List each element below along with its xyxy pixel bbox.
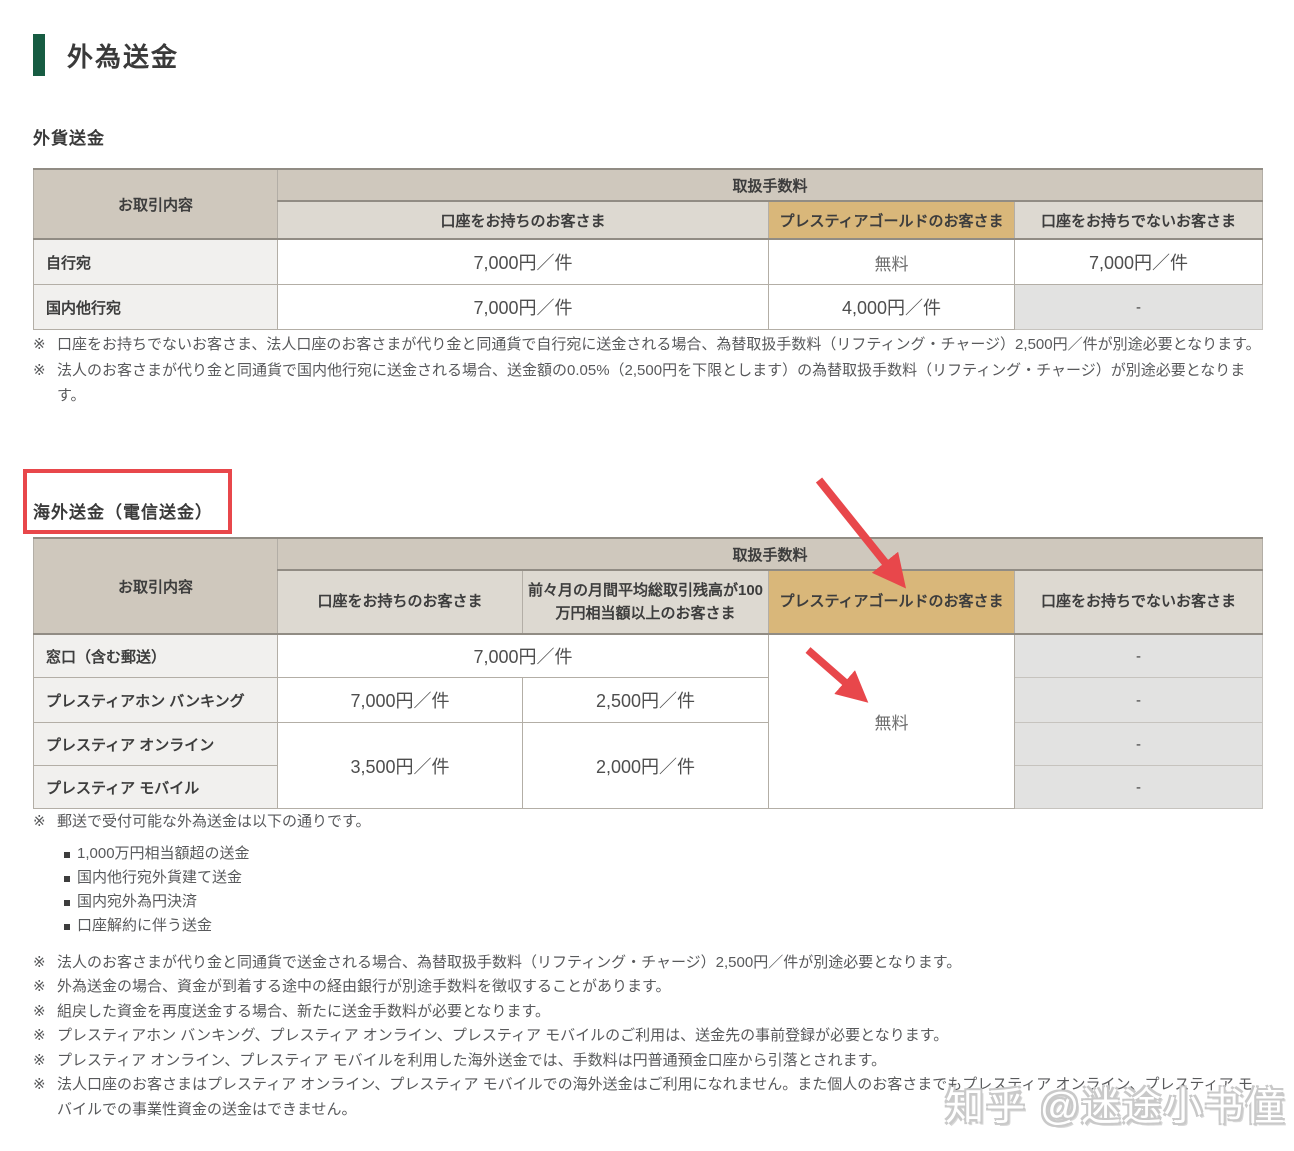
note-item: ※ 口座をお持ちでないお客さま、法人口座のお客さまが代り金と同通貨で自行宛に送金…: [33, 332, 1265, 358]
list-item-text: 1,000万円相当額超の送金: [77, 845, 250, 863]
row-label-phone-banking: プレスティアホン バンキング: [33, 677, 278, 723]
mail-eligible-remittance-list: 1,000万円相当額超の送金 国内他行宛外貨建て送金 国内宛外為円決済 口座解約…: [33, 843, 1265, 939]
header-no-account: 口座をお持ちでないお客さま: [1013, 569, 1264, 635]
table-row: 国内他行宛 7,000円／件 4,000円／件 -: [33, 284, 1264, 330]
fee-value-none: -: [1013, 633, 1264, 678]
note-item: ※ プレスティア オンライン、プレスティア モバイルを利用した海外送金では、手数…: [33, 1049, 1265, 1074]
note-marker: ※: [33, 953, 46, 971]
header-transaction: お取引内容: [33, 168, 278, 240]
row-label-domestic-other-bank: 国内他行宛: [33, 284, 278, 330]
foreign-currency-fee-table: お取引内容 取扱手数料 口座をお持ちのお客さま プレスティアゴールドのお客さま …: [33, 168, 1264, 330]
bullet-square-icon: [64, 875, 70, 882]
note-marker: ※: [33, 361, 46, 379]
note-text: プレスティアホン バンキング、プレスティア オンライン、プレスティア モバイルの…: [57, 1027, 949, 1044]
list-item: 1,000万円相当額超の送金: [64, 843, 1265, 867]
note-marker: ※: [33, 1051, 46, 1069]
row-label-own-bank: 自行宛: [33, 238, 278, 285]
note-text: 法人のお客さまが代り金と同通貨で国内他行宛に送金される場合、送金額の0.05%（…: [57, 361, 1246, 405]
bullet-square-icon: [64, 899, 70, 906]
table-row: 自行宛 7,000円／件 無料 7,000円／件: [33, 238, 1264, 285]
note-marker: ※: [33, 1076, 46, 1093]
row-label-online: プレスティア オンライン: [33, 722, 278, 766]
table-row: 窓口（含む郵送） 7,000円／件 無料 -: [33, 633, 1264, 809]
note-text: 郵送で受付可能な外為送金は以下の通りです。: [57, 813, 371, 830]
note-text: 外為送金の場合、資金が到着する途中の経由銀行が別途手数料を徴収することがあります…: [57, 978, 671, 995]
header-prestia-gold: プレスティアゴールドのお客さま: [768, 200, 1015, 240]
note-item: ※ 郵送で受付可能な外為送金は以下の通りです。: [33, 810, 1265, 835]
fee-value-free: 無料: [768, 633, 1015, 809]
note-text: 口座をお持ちでないお客さま、法人口座のお客さまが代り金と同通貨で自行宛に送金され…: [57, 336, 1261, 353]
note-marker: ※: [33, 1002, 46, 1020]
note-item: ※ 法人のお客さまが代り金と同通貨で国内他行宛に送金される場合、送金額の0.05…: [33, 358, 1265, 409]
header-fee: 取扱手数料: [276, 537, 1264, 571]
list-item-text: 口座解約に伴う送金: [77, 917, 213, 935]
table-header-row: お取引内容 取扱手数料: [33, 168, 1264, 240]
fee-value: 7,000円／件: [1013, 238, 1264, 285]
note-item: ※ 法人のお客さまが代り金と同通貨で送金される場合、為替取扱手数料（リフティング…: [33, 951, 1265, 976]
header-fee: 取扱手数料: [276, 168, 1264, 202]
green-accent-bar: [33, 34, 45, 76]
fee-value: 7,000円／件: [277, 238, 769, 285]
header-average-balance: 前々月の月間平均総取引残高が100万円相当額以上のお客さま: [522, 569, 769, 635]
fee-value: 7,000円／件: [277, 284, 769, 330]
section-heading-foreign-currency: 外貨送金: [33, 129, 105, 148]
fee-value: 3,500円／件: [277, 722, 523, 809]
note-item: ※ 外為送金の場合、資金が到着する途中の経由銀行が別途手数料を徴収することがあり…: [33, 975, 1265, 1000]
section-heading-overseas-remittance: 海外送金（電信送金）: [33, 503, 213, 522]
table-header-row: お取引内容 取扱手数料: [33, 537, 1264, 635]
overseas-remittance-fee-table: お取引内容 取扱手数料 口座をお持ちのお客さま 前々月の月間平均総取引残高が10…: [33, 537, 1264, 809]
fee-value-none: -: [1013, 765, 1264, 809]
fee-value: 7,000円／件: [277, 677, 523, 723]
note-marker: ※: [33, 978, 46, 995]
row-label-mobile: プレスティア モバイル: [33, 765, 278, 809]
bullet-square-icon: [64, 923, 70, 930]
fee-value-none: -: [1013, 677, 1264, 723]
list-item: 国内他行宛外貨建て送金: [64, 867, 1265, 891]
foreign-remittance-fee-page: 外為送金 外貨送金 お取引内容 取扱手数料 口座をお持ちのお客さま プレスティア…: [0, 0, 1294, 1151]
fee-value: 無料: [768, 238, 1015, 285]
bullet-square-icon: [64, 851, 70, 858]
header-no-account: 口座をお持ちでないお客さま: [1013, 200, 1264, 240]
header-transaction: お取引内容: [33, 537, 278, 635]
note-item: ※ プレスティアホン バンキング、プレスティア オンライン、プレスティア モバイ…: [33, 1024, 1265, 1049]
header-account-holder: 口座をお持ちのお客さま: [277, 569, 523, 635]
note-text: 組戻した資金を再度送金する場合、新たに送金手数料が必要となります。: [57, 1002, 551, 1020]
page-title: 外為送金: [67, 41, 180, 72]
header-account-holder: 口座をお持ちのお客さま: [277, 200, 769, 240]
fee-value-none: -: [1013, 284, 1264, 330]
note-marker: ※: [33, 813, 46, 830]
note-text: 法人のお客さまが代り金と同通貨で送金される場合、為替取扱手数料（リフティング・チ…: [57, 953, 962, 971]
note-marker: ※: [33, 336, 46, 353]
fee-value: 7,000円／件: [277, 633, 769, 678]
list-item: 口座解約に伴う送金: [64, 915, 1265, 939]
list-item: 国内宛外為円決済: [64, 891, 1265, 915]
note-text: プレスティア オンライン、プレスティア モバイルを利用した海外送金では、手数料は…: [57, 1051, 887, 1069]
red-annotation-box: 海外送金（電信送金）: [23, 469, 232, 534]
table-row: プレスティア オンライン 3,500円／件 2,000円／件 -: [33, 722, 1264, 809]
fee-value-none: -: [1013, 722, 1264, 766]
page-title-block: 外為送金: [33, 34, 179, 76]
fee-value: 2,000円／件: [522, 722, 769, 809]
row-label-counter: 窓口（含む郵送）: [33, 633, 278, 678]
header-prestia-gold: プレスティアゴールドのお客さま: [768, 569, 1015, 635]
list-item-text: 国内宛外為円決済: [77, 893, 198, 911]
table-row: プレスティアホン バンキング 7,000円／件 2,500円／件 -: [33, 677, 1264, 723]
fee-value: 2,500円／件: [522, 677, 769, 723]
note-item: ※ 組戻した資金を再度送金する場合、新たに送金手数料が必要となります。: [33, 1000, 1265, 1025]
note-marker: ※: [33, 1027, 46, 1044]
fee-value: 4,000円／件: [768, 284, 1015, 330]
notes-foreign-currency: ※ 口座をお持ちでないお客さま、法人口座のお客さまが代り金と同通貨で自行宛に送金…: [33, 332, 1265, 409]
zhihu-watermark: 知乎 @迷途小书僮: [945, 1086, 1287, 1129]
list-item-text: 国内他行宛外貨建て送金: [77, 869, 243, 887]
